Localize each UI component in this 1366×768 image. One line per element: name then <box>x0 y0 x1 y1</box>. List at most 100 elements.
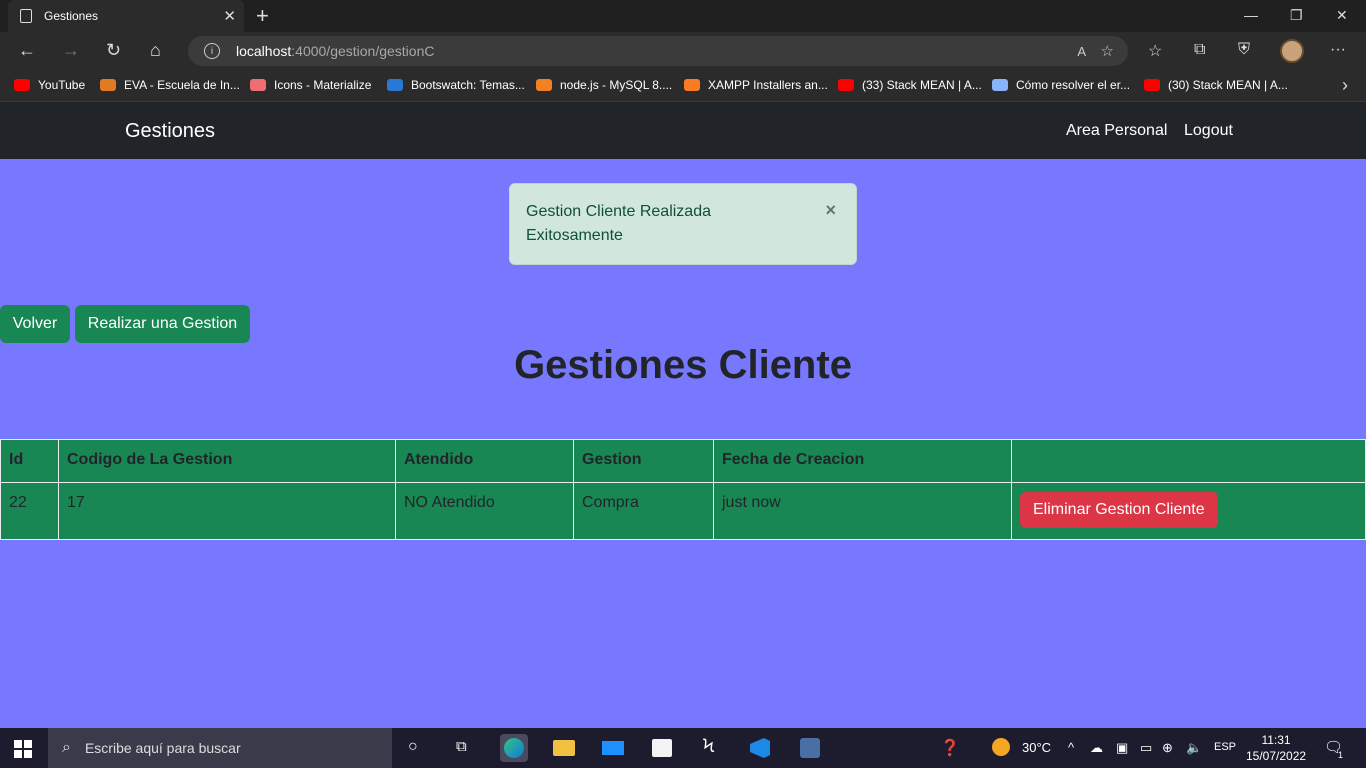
bookmark-label: YouTube <box>38 78 86 92</box>
navbar-brand[interactable]: Gestiones <box>125 120 215 143</box>
youtube-icon <box>838 79 854 91</box>
cell-codigo: 17 <box>58 482 396 540</box>
youtube-icon <box>14 79 30 91</box>
site-info-icon[interactable]: i <box>204 43 220 59</box>
browser-toolbar: ← → ↻ ⌂ i localhost:4000/gestion/gestion… <box>0 32 1366 70</box>
bookmark-item[interactable]: Icons - Materialize <box>250 78 371 92</box>
help-icon[interactable]: ❓ <box>940 738 960 758</box>
bookmark-item[interactable]: (30) Stack MEAN | A... <box>1144 78 1288 92</box>
vscode-icon[interactable] <box>746 734 774 762</box>
edge-icon[interactable] <box>500 734 528 762</box>
refresh-icon[interactable]: ↻ <box>106 40 121 61</box>
table-header-row: Id Codigo de La Gestion Atendido Gestion… <box>0 439 1366 483</box>
nav-link-area-personal[interactable]: Area Personal <box>1066 122 1167 140</box>
mysql-workbench-icon[interactable] <box>796 734 824 762</box>
collections-icon[interactable]: ⧉ <box>1194 41 1205 59</box>
cell-fecha: just now <box>713 482 1012 540</box>
column-header <box>1011 439 1366 483</box>
onedrive-icon[interactable]: ☁ <box>1090 740 1103 756</box>
clock-date: 15/07/2022 <box>1246 749 1307 763</box>
table-row: 22 17 NO Atendido Compra just now Elimin… <box>0 482 1366 540</box>
cell-gestion: Compra <box>573 482 714 540</box>
bookmark-item[interactable]: YouTube <box>14 78 85 92</box>
column-header: Codigo de La Gestion <box>58 439 396 483</box>
weather-icon[interactable] <box>992 738 1010 759</box>
favorites-icon[interactable]: ☆ <box>1148 41 1162 61</box>
bookmark-item[interactable]: Cómo resolver el er... <box>992 78 1130 92</box>
address-bar[interactable]: i localhost:4000/gestion/gestionC A ☆ <box>188 36 1128 66</box>
task-view-icon[interactable]: ⧉ <box>456 738 467 755</box>
browser-essentials-icon[interactable]: ⛨ <box>1238 41 1250 59</box>
new-tab-icon[interactable]: + <box>256 3 269 29</box>
column-header: Gestion <box>573 439 714 483</box>
search-icon: ⌕ <box>62 739 71 756</box>
url-path: :4000/gestion/gestionC <box>291 43 435 59</box>
cell-atendido: NO Atendido <box>395 482 574 540</box>
window-close-icon[interactable]: ✕ <box>1336 7 1348 24</box>
youtube-icon <box>1144 79 1160 91</box>
bootswatch-icon <box>387 79 403 91</box>
bookmark-label: XAMPP Installers an... <box>708 78 828 92</box>
gestiones-table: Id Codigo de La Gestion Atendido Gestion… <box>0 439 1366 540</box>
new-gestion-button[interactable]: Realizar una Gestion <box>75 305 250 343</box>
column-header: Atendido <box>395 439 574 483</box>
tool-icon <box>992 79 1008 91</box>
browser-tab[interactable]: Gestiones ✕ <box>8 0 244 32</box>
bookmark-label: Icons - Materialize <box>274 78 372 92</box>
profile-avatar[interactable] <box>1280 39 1304 63</box>
taskbar-search[interactable]: ⌕ Escribe aquí para buscar <box>48 728 392 768</box>
column-header: Fecha de Creacion <box>713 439 1012 483</box>
mail-icon[interactable] <box>599 734 627 762</box>
battery-icon[interactable]: ▭ <box>1140 740 1152 756</box>
back-button[interactable]: Volver <box>0 305 70 343</box>
page-icon <box>20 9 32 23</box>
stackoverflow-icon <box>536 79 552 91</box>
delete-gestion-button[interactable]: Eliminar Gestion Cliente <box>1020 492 1218 528</box>
materialize-icon <box>250 79 266 91</box>
bookmark-item[interactable]: XAMPP Installers an... <box>684 78 828 92</box>
minimize-icon[interactable]: — <box>1244 7 1258 23</box>
chevron-right-icon[interactable]: › <box>1342 75 1348 96</box>
alert-message: Gestion Cliente Realizada Exitosamente <box>526 203 711 244</box>
bookmark-item[interactable]: (33) Stack MEAN | A... <box>838 78 982 92</box>
nav-link-logout[interactable]: Logout <box>1184 122 1233 140</box>
xampp-icon <box>684 79 700 91</box>
bookmark-label: (33) Stack MEAN | A... <box>862 78 982 92</box>
back-arrow-icon[interactable]: ← <box>18 40 36 61</box>
restore-icon[interactable]: ❐ <box>1290 7 1303 24</box>
alert-close-icon[interactable]: × <box>825 198 836 222</box>
system-clock[interactable]: 11:31 15/07/2022 <box>1246 732 1306 764</box>
language-indicator[interactable]: ESP <box>1214 741 1236 753</box>
tray-chevron-up-icon[interactable]: ^ <box>1068 740 1074 755</box>
browser-tab-bar: Gestiones ✕ + — ❐ ✕ <box>0 0 1366 32</box>
add-favorite-icon[interactable]: ☆ <box>1101 42 1114 60</box>
volume-icon[interactable]: 🔈 <box>1186 740 1202 756</box>
forward-arrow-icon[interactable]: → <box>62 40 80 61</box>
page-title: Gestiones Cliente <box>514 343 852 387</box>
store-icon[interactable] <box>648 734 676 762</box>
file-explorer-icon[interactable] <box>550 734 578 762</box>
bookmark-item[interactable]: Bootswatch: Temas... <box>387 78 525 92</box>
bookmark-label: node.js - MySQL 8.... <box>560 78 673 92</box>
network-icon[interactable]: ⊕ <box>1162 740 1173 756</box>
column-header: Id <box>0 439 59 483</box>
tab-title: Gestiones <box>44 9 99 23</box>
bookmark-item[interactable]: node.js - MySQL 8.... <box>536 78 672 92</box>
bookmark-label: (30) Stack MEAN | A... <box>1168 78 1288 92</box>
tray-app-icon[interactable]: ▣ <box>1116 740 1128 756</box>
windows-start-icon[interactable] <box>14 740 32 758</box>
bookmark-item[interactable]: EVA - Escuela de In... <box>100 78 240 92</box>
search-placeholder: Escribe aquí para buscar <box>84 740 241 756</box>
eva-icon <box>100 79 116 91</box>
more-options-icon[interactable]: ··· <box>1330 41 1346 59</box>
bookmark-label: Cómo resolver el er... <box>1016 78 1131 92</box>
url-host: localhost <box>236 43 292 59</box>
home-icon[interactable]: ⌂ <box>150 40 161 61</box>
read-aloud-icon[interactable]: A <box>1077 44 1086 59</box>
bookmarks-bar: YouTube EVA - Escuela de In... Icons - M… <box>0 70 1366 102</box>
sublime-icon[interactable]: Ϟ <box>703 736 714 757</box>
tab-close-icon[interactable]: ✕ <box>223 7 236 25</box>
notification-count: 1 <box>1338 750 1344 760</box>
cell-id: 22 <box>0 482 59 540</box>
cortana-icon[interactable]: ○ <box>408 738 418 756</box>
